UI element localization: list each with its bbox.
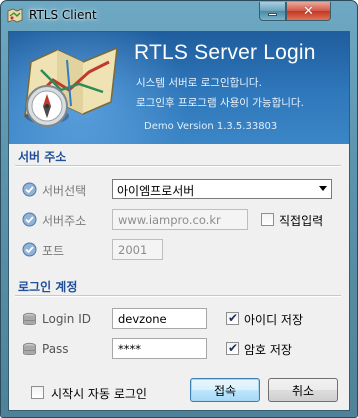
direct-input-label: 직접입력 (279, 214, 324, 228)
check-circle-icon (22, 182, 37, 197)
login-id-label: Login ID (42, 312, 91, 326)
save-id-label: 아이디 저장 (244, 313, 304, 327)
login-banner: RTLS Server Login 시스템 서버로 로그인합니다. 로그인후 프… (9, 32, 349, 144)
server-section-title: 서버 주소 (18, 150, 67, 164)
version-label: Demo Version 1.3.5.33803 (144, 121, 278, 132)
server-select-value: 아이엠프로서버 (117, 184, 195, 198)
cancel-button[interactable]: 취소 (268, 378, 338, 402)
login-id-value: devzone (118, 312, 167, 326)
login-section-title: 로그인 계정 (18, 280, 78, 294)
banner-description-1: 시스템 서버로 로그인합니다. (136, 77, 262, 89)
password-label: Pass (42, 342, 69, 356)
dropdown-arrow-icon (319, 186, 327, 191)
port-label: 포트 (42, 244, 65, 258)
login-id-field[interactable]: devzone (112, 308, 207, 329)
login-window: RTLS Client ✕ RTLS Server Login 시스템 서버로 … (0, 0, 358, 418)
banner-description-2: 로그인후 프로그램 사용이 가능합니다. (136, 97, 304, 109)
server-select[interactable]: 아이엠프로서버 (112, 179, 332, 199)
window-title: RTLS Client (29, 8, 97, 22)
close-icon: ✕ (303, 3, 314, 19)
direct-input-checkbox[interactable] (261, 213, 274, 226)
auto-login-label: 시작시 자동 로그인 (51, 387, 147, 401)
server-address-field[interactable]: www.iampro.co.kr (112, 209, 248, 230)
minimize-icon (268, 12, 277, 16)
banner-title: RTLS Server Login (134, 41, 316, 64)
save-password-checkbox[interactable]: ✔ (226, 341, 239, 355)
map-compass-icon (24, 46, 118, 127)
save-password-label: 암호 저장 (244, 343, 292, 357)
checkmark-icon: ✔ (228, 311, 239, 325)
port-value: 2001 (118, 243, 148, 257)
close-button[interactable]: ✕ (286, 2, 331, 21)
dialog-body: RTLS Server Login 시스템 서버로 로그인합니다. 로그인후 프… (8, 31, 350, 411)
port-field[interactable]: 2001 (112, 239, 163, 260)
connect-button[interactable]: 접속 (190, 378, 260, 402)
database-icon (23, 342, 36, 356)
server-section-divider (15, 165, 341, 167)
save-id-checkbox[interactable]: ✔ (226, 311, 239, 325)
minimize-button[interactable] (259, 2, 286, 21)
auto-login-checkbox[interactable] (31, 386, 44, 399)
title-bar[interactable]: RTLS Client ✕ (1, 1, 357, 31)
database-icon (23, 312, 36, 326)
check-circle-icon (22, 242, 37, 257)
check-circle-icon (22, 212, 37, 227)
server-address-value: www.iampro.co.kr (118, 213, 221, 227)
checkmark-icon: ✔ (228, 341, 239, 355)
password-field[interactable]: **** (112, 338, 207, 359)
app-map-icon (7, 8, 23, 23)
server-select-label: 서버선택 (42, 184, 87, 198)
login-section-divider (15, 295, 341, 297)
server-address-label: 서버주소 (42, 214, 87, 228)
password-value: **** (118, 342, 141, 356)
